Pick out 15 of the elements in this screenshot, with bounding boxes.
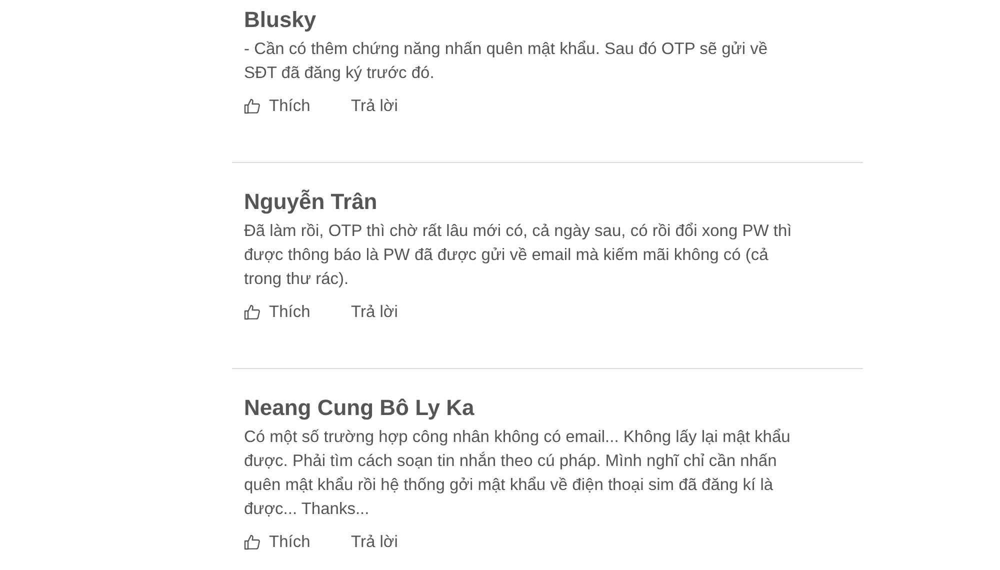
comment-text: - Cần có thêm chứng năng nhấn quên mật khẩu. Sau đó OTP sẽ gửi về SĐT đã đăng ký trước đó. [244, 39, 769, 84]
reply-button[interactable]: Trả lời [351, 300, 398, 324]
comment-text: Đã làm rồi, OTP thì chờ rất lâu mới có, cả ngày sau, có rồi đổi xong PW thì được thông báo là PW đã được gửi về email mà kiếm mãi không có (cả trong thư rác). [244, 221, 793, 290]
comment-author: Nguyễn Trân [244, 188, 378, 216]
like-button[interactable]: Thích [244, 300, 351, 324]
thumbs-up-icon [244, 98, 260, 114]
like-button[interactable]: Thích [244, 94, 351, 118]
reply-button[interactable]: Trả lời [351, 530, 398, 554]
thumbs-up-icon [244, 534, 260, 550]
comment-author: Neang Cung Bô Ly Ka [244, 394, 474, 422]
like-button[interactable]: Thích [244, 530, 351, 554]
reply-button[interactable]: Trả lời [351, 94, 398, 118]
thumbs-up-icon [244, 304, 260, 320]
comment-text: Có một số trường hợp công nhân không có email... Không lấy lại mật khẩu được. Phải tìm cách soạn tin nhắn theo cú pháp. Mình nghĩ chỉ cần nhấn quên mật khẩu rồi hệ thống gởi mật khẩu về điện thoại sim đã đăng kí là được... Thanks... [244, 427, 792, 520]
comment-author: Blusky [244, 6, 316, 34]
